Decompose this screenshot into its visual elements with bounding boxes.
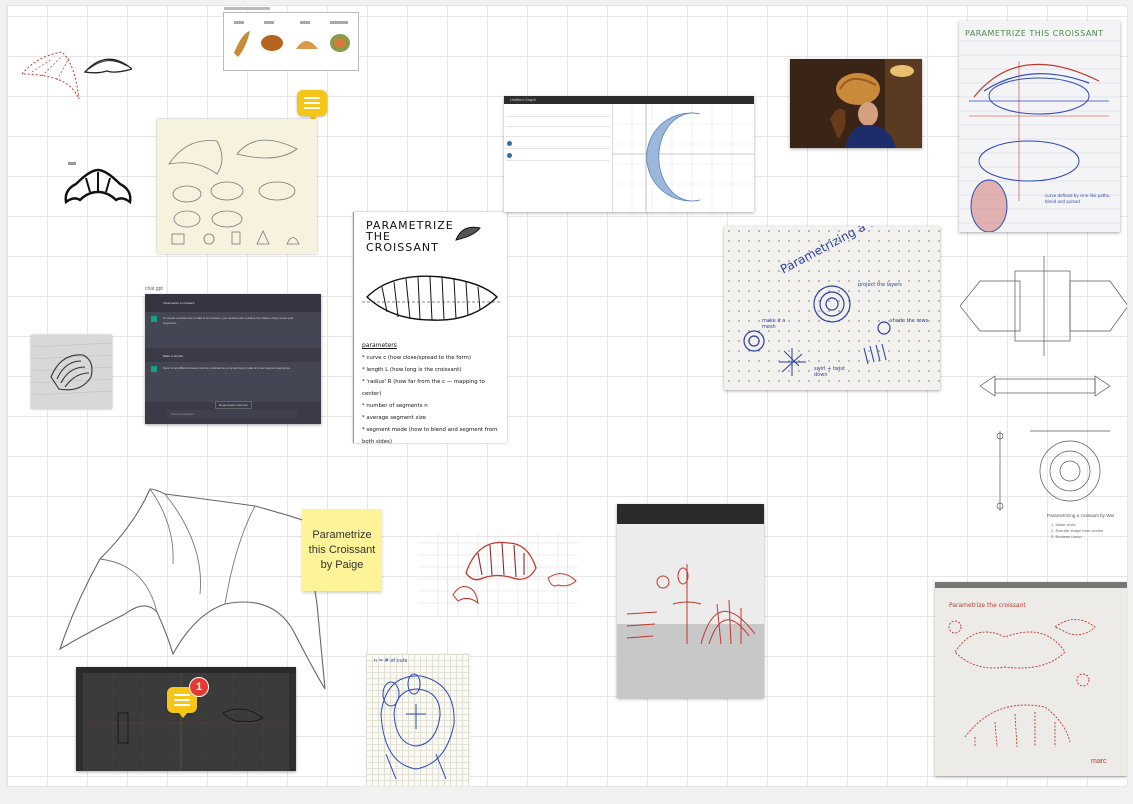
red-sketchpad-photo[interactable]: Parametrize the croissant marc [935, 582, 1127, 776]
wei-caption: Parametrizing a croissant by Wei [1047, 513, 1115, 518]
red-sketch-photo[interactable] [617, 504, 764, 698]
expression-color-dot[interactable] [507, 141, 512, 146]
wei-steps: 1. Make circle 2. Extrude shape from cir… [1051, 522, 1103, 540]
segmented-croissant-drawing [362, 275, 502, 321]
blue-grid-sketch[interactable]: n = # of cuts [366, 654, 470, 786]
wei-step: 3. Boolean Union [1051, 534, 1082, 539]
parameter-item: * length L (how long is the croissant) [362, 367, 462, 373]
croissant-variations-sketch[interactable] [157, 119, 317, 254]
blue-sketch-drawing [380, 673, 455, 780]
assistant-avatar [151, 366, 157, 372]
person-eating-croissant-photo[interactable] [790, 59, 922, 148]
chatgpt-message-2: To create a parametric model of a croiss… [163, 316, 294, 325]
dot-grid-note: project the layers [858, 282, 902, 288]
sticky-note[interactable]: Parametrize this Croissant by Paige [302, 509, 382, 591]
notebook-title: PARAMETRIZE THE CROISSANT [366, 219, 454, 254]
red-sketch-drawing [626, 564, 756, 645]
desmos-graph-screenshot[interactable]: Untitled Graph [504, 96, 754, 212]
croissant-technical-drawing[interactable] [960, 251, 1127, 511]
icon-label-mark [68, 162, 76, 165]
parameter-item: * curve c (how close/spread to the form) [362, 355, 471, 361]
parameters-list: * curve c (how close/spread to the form)… [362, 352, 502, 448]
dot-grid-note: make it a mesh [762, 318, 786, 330]
whiteboard-canvas[interactable]: chat gpt Parametrize a croissant To crea… [7, 6, 1127, 786]
croissant-doodle-icon [455, 226, 481, 241]
sketchpad-drawing [948, 619, 1096, 748]
lined-paper-sketch-photo[interactable]: PARAMETRIZE THIS CROISSANT curve defined… [959, 21, 1120, 232]
sketchpad-signature: marc [1091, 758, 1107, 765]
freehand-croissant-outline[interactable] [55, 484, 335, 694]
notification-badge: 1 [189, 677, 209, 697]
chatgpt-message-1: Parametrize a croissant [163, 301, 195, 305]
croissant-photo-strip[interactable] [223, 7, 359, 71]
croissant-icon[interactable] [62, 166, 134, 208]
lined-sketch-title: PARAMETRIZE THIS CROISSANT [965, 29, 1104, 38]
chatgpt-message-4: Sure! A simplified croissant can be mode… [163, 366, 292, 370]
dot-grid-note: swirl + twist down [814, 366, 845, 378]
regenerate-button[interactable]: Regenerate response [215, 401, 252, 409]
photo-strip-images [234, 21, 350, 57]
desmos-tab[interactable]: Untitled Graph [510, 97, 536, 102]
parameters-notebook-sketch[interactable]: PARAMETRIZE THE CROISSANT parameters * c… [353, 212, 507, 445]
chatgpt-input[interactable]: Send a message... [167, 410, 297, 418]
parameter-item: * number of segments n [362, 403, 428, 409]
3d-viewport-screenshot[interactable] [76, 667, 296, 771]
desmos-plot[interactable] [612, 104, 754, 212]
parameter-item: * segment mode (how to blend and segment… [362, 427, 498, 445]
lined-paper-croissant-photo[interactable] [31, 335, 112, 409]
parameter-item: * 'radius' R (how far from the c — mappi… [362, 379, 485, 397]
expression-color-dot[interactable] [507, 153, 512, 158]
dot-grid-note: shade the rows [890, 318, 929, 324]
red-croissant-grid-sketch[interactable] [418, 533, 578, 616]
dot-grid-sketch-photo[interactable]: Parametrizing a croissant project the la… [724, 226, 940, 390]
chatgpt-screenshot[interactable]: Parametrize a croissant To create a para… [145, 294, 321, 424]
assistant-avatar [151, 316, 157, 322]
comment-bubble[interactable] [297, 90, 327, 121]
chatgpt-message-3: Make it simpler [163, 354, 184, 358]
parameter-item: * average segment size [362, 415, 427, 421]
parameters-heading: parameters [362, 342, 397, 349]
lined-sketch-caption: curve defined by sine-like paths, blend … [1045, 193, 1111, 204]
chatgpt-tag: chat gpt [145, 286, 163, 292]
comment-bubble-with-badge[interactable]: 1 [167, 677, 209, 718]
croissant-outline-sketch[interactable] [17, 44, 132, 104]
